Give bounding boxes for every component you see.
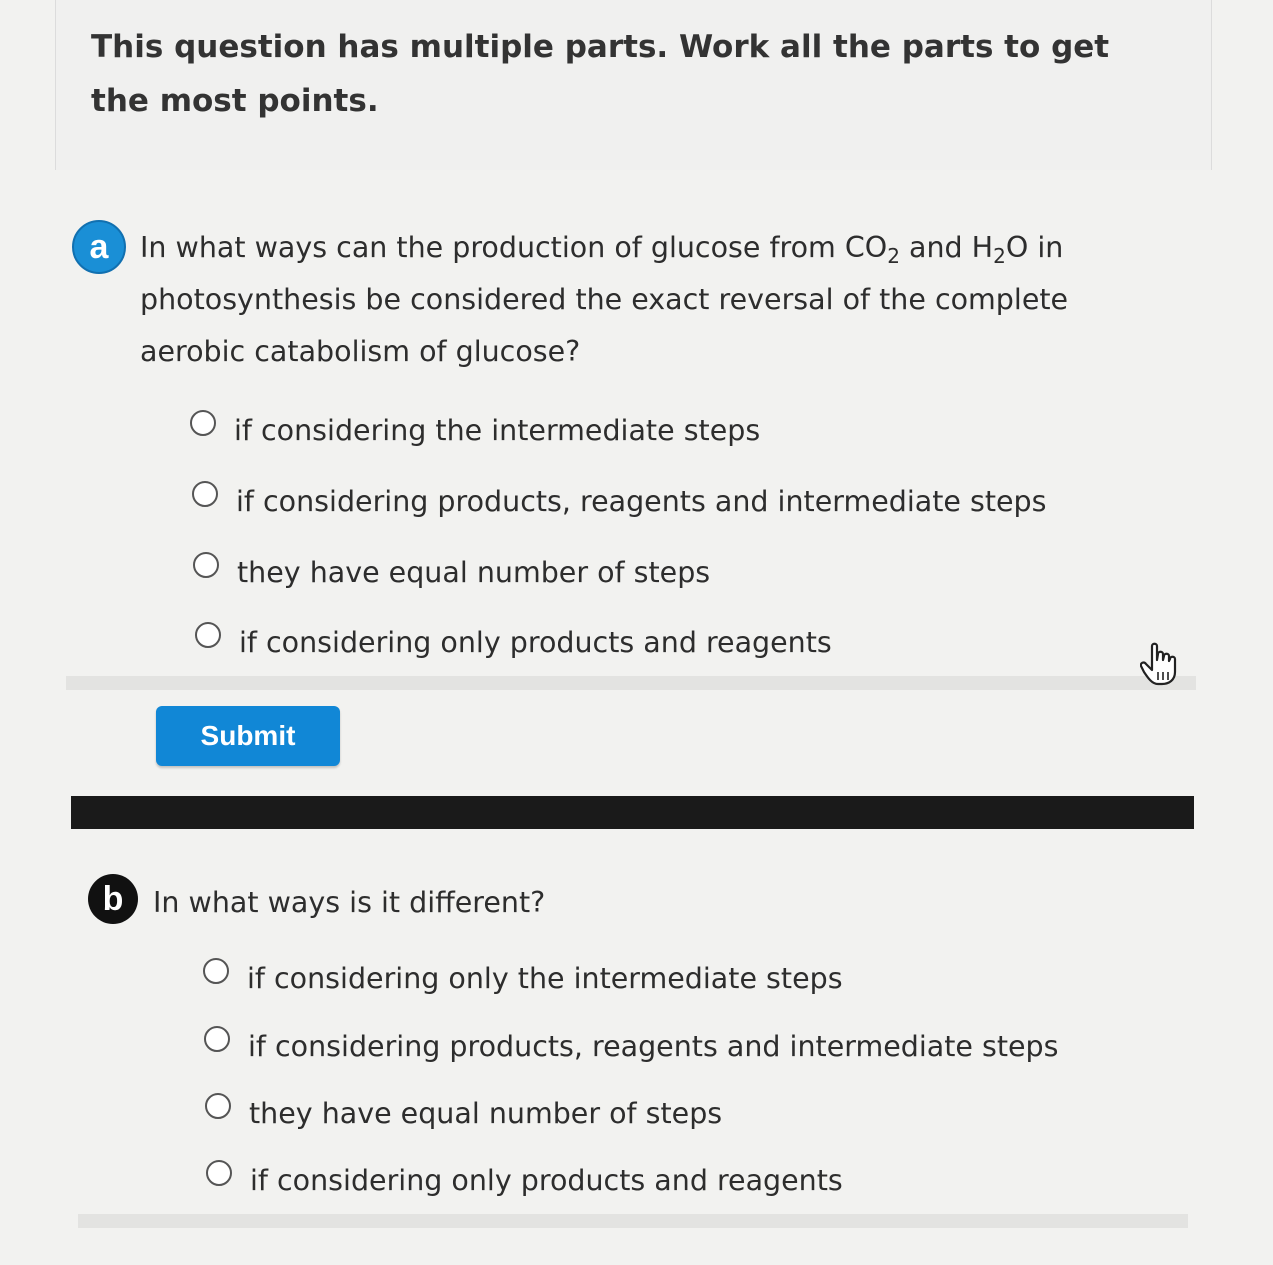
option-label: they have equal number of steps xyxy=(249,1097,723,1130)
option-label: if considering the intermediate steps xyxy=(234,414,761,447)
part-a-option-2[interactable]: if considering products, reagents and in… xyxy=(192,469,1046,518)
part-a-option-3[interactable]: they have equal number of steps xyxy=(193,540,710,589)
option-label: if considering products, reagents and in… xyxy=(236,485,1047,518)
radio-button[interactable] xyxy=(205,1092,231,1119)
submit-button[interactable]: Submit xyxy=(156,706,340,766)
hand-pointer-icon xyxy=(1139,642,1182,690)
option-label: if considering only products and reagent… xyxy=(250,1164,843,1197)
radio-button[interactable] xyxy=(190,409,216,436)
part-a-option-4[interactable]: if considering only products and reagent… xyxy=(195,610,832,659)
radio-button[interactable] xyxy=(204,1025,230,1052)
part-a-option-1[interactable]: if considering the intermediate steps xyxy=(190,398,760,447)
option-label: if considering products, reagents and in… xyxy=(248,1030,1059,1063)
divider xyxy=(78,1214,1188,1228)
part-a-question: In what ways can the production of gluco… xyxy=(140,231,1069,368)
part-b-badge: b xyxy=(88,874,138,924)
instructions-text: This question has multiple parts. Work a… xyxy=(91,29,1110,119)
part-b-option-4[interactable]: if considering only products and reagent… xyxy=(206,1148,843,1197)
radio-button[interactable] xyxy=(206,1159,232,1186)
divider xyxy=(66,676,1196,690)
radio-button[interactable] xyxy=(195,621,221,648)
radio-button[interactable] xyxy=(203,957,229,984)
option-label: if considering only the intermediate ste… xyxy=(247,962,843,995)
part-b-option-3[interactable]: they have equal number of steps xyxy=(205,1081,722,1130)
option-label: if considering only products and reagent… xyxy=(239,626,832,659)
radio-button[interactable] xyxy=(192,480,218,507)
radio-button[interactable] xyxy=(193,551,219,578)
option-label: they have equal number of steps xyxy=(237,556,711,589)
section-divider xyxy=(71,796,1194,829)
part-b-option-2[interactable]: if considering products, reagents and in… xyxy=(204,1014,1058,1063)
part-a-badge: a xyxy=(72,220,126,274)
part-b-option-1[interactable]: if considering only the intermediate ste… xyxy=(203,946,843,995)
part-b-question: In what ways is it different? xyxy=(153,886,546,919)
